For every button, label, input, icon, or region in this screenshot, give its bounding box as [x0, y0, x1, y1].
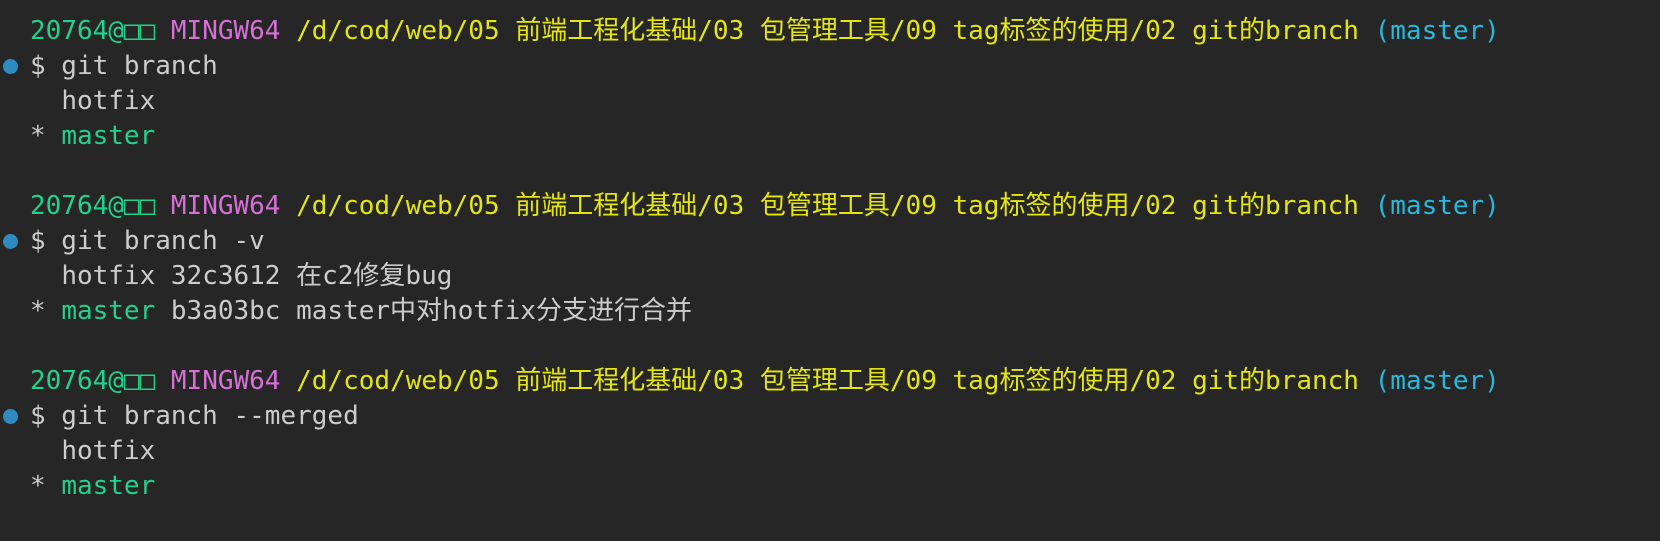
prompt-user: 20764@□□ — [30, 366, 156, 396]
terminal-output: 20764@□□ MINGW64 /d/cod/web/05 前端工程化基础/0… — [0, 14, 1660, 504]
prompt-path: /d/cod/web/05 前端工程化基础/03 包管理工具/09 tag标签的… — [296, 16, 1359, 46]
prompt-line: 20764@□□ MINGW64 /d/cod/web/05 前端工程化基础/0… — [0, 189, 1660, 224]
current-branch-marker — [30, 86, 46, 116]
branch-name: hotfix — [61, 86, 156, 116]
prompt-user: 20764@□□ — [30, 191, 156, 221]
branch-name: hotfix — [61, 261, 156, 291]
branch-details: b3a03bc master中对hotfix分支进行合并 — [155, 296, 692, 326]
output-line: hotfix — [0, 84, 1660, 119]
output-line: * master — [0, 119, 1660, 154]
prompt-path: /d/cod/web/05 前端工程化基础/03 包管理工具/09 tag标签的… — [296, 366, 1359, 396]
command-line: $ git branch -v — [0, 224, 1660, 259]
output-line: hotfix 32c3612 在c2修复bug — [0, 259, 1660, 294]
current-branch-marker: * — [30, 296, 46, 326]
command-status-dot-icon[interactable] — [3, 59, 18, 74]
current-branch-marker: * — [30, 121, 46, 151]
prompt-branch: (master) — [1374, 191, 1500, 221]
command-text: $ git branch --merged — [30, 401, 359, 431]
output-line: * master b3a03bc master中对hotfix分支进行合并 — [0, 294, 1660, 329]
output-line: * master — [0, 469, 1660, 504]
prompt-line: 20764@□□ MINGW64 /d/cod/web/05 前端工程化基础/0… — [0, 14, 1660, 49]
prompt-system: MINGW64 — [170, 366, 281, 396]
command-line: $ git branch --merged — [0, 399, 1660, 434]
current-branch-marker — [30, 436, 46, 466]
terminal-window[interactable]: 20764@□□ MINGW64 /d/cod/web/05 前端工程化基础/0… — [0, 0, 1660, 541]
command-status-dot-icon[interactable] — [3, 234, 18, 249]
current-branch-marker: * — [30, 471, 46, 501]
branch-name: master — [61, 296, 156, 326]
prompt-user: 20764@□□ — [30, 16, 156, 46]
branch-name: master — [61, 471, 156, 501]
output-line: hotfix — [0, 434, 1660, 469]
command-text: $ git branch -v — [30, 226, 265, 256]
prompt-branch: (master) — [1374, 366, 1500, 396]
branch-name: hotfix — [61, 436, 156, 466]
command-text: $ git branch — [30, 51, 218, 81]
prompt-line: 20764@□□ MINGW64 /d/cod/web/05 前端工程化基础/0… — [0, 364, 1660, 399]
prompt-system: MINGW64 — [170, 16, 281, 46]
prompt-system: MINGW64 — [170, 191, 281, 221]
branch-name: master — [61, 121, 156, 151]
prompt-path: /d/cod/web/05 前端工程化基础/03 包管理工具/09 tag标签的… — [296, 191, 1359, 221]
branch-details: 32c3612 在c2修复bug — [155, 261, 453, 291]
command-line: $ git branch — [0, 49, 1660, 84]
current-branch-marker — [30, 261, 46, 291]
prompt-branch: (master) — [1374, 16, 1500, 46]
command-status-dot-icon[interactable] — [3, 409, 18, 424]
